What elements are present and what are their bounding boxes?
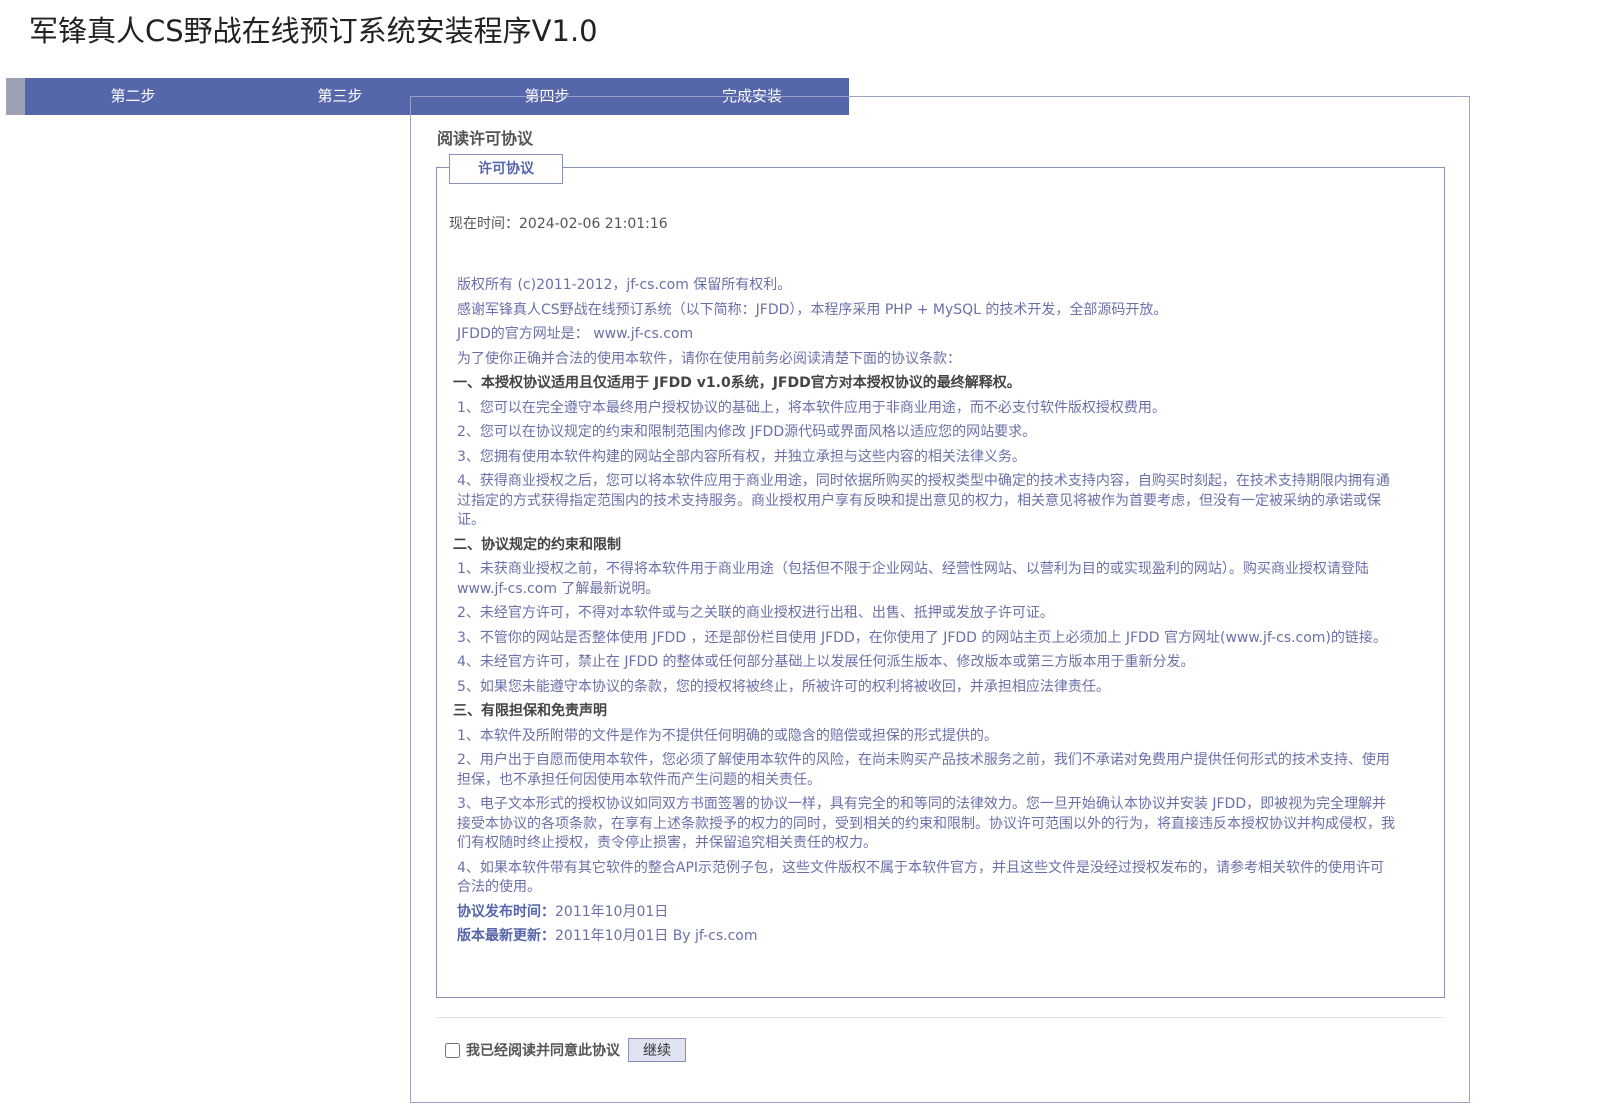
clause: 3、不管你的网站是否整体使用 JFDD ，还是部份栏目使用 JFDD，在你使用了… xyxy=(457,629,1387,646)
install-panel: 阅读许可协议 许可协议 现在时间：2024-02-06 21:01:16 版权所… xyxy=(410,96,1470,1103)
update-date-value: 2011年10月01日 By jf-cs.com xyxy=(555,928,758,944)
clause: 2、未经官方许可，不得对本软件或与之关联的商业授权进行出租、出售、抵押或发放子许… xyxy=(457,605,1054,621)
step-2: 第二步 xyxy=(110,87,156,105)
license-line: 版权所有 (c)2011-2012，jf-cs.com 保留所有权利。 xyxy=(457,277,792,293)
time-value: 2024-02-06 21:01:16 xyxy=(519,216,668,232)
clause: 1、未获商业授权之前，不得将本软件用于商业用途（包括但不限于企业网站、经营性网站… xyxy=(457,561,1369,597)
license-legend: 许可协议 xyxy=(449,154,563,184)
clause: 4、如果本软件带有其它软件的整合API示范例子包，这些文件版权不属于本软件官方，… xyxy=(457,859,1385,896)
license-text: 版权所有 (c)2011-2012，jf-cs.com 保留所有权利。 感谢军锋… xyxy=(453,276,1397,952)
step-3: 第三步 xyxy=(317,87,363,105)
section-heading-2: 二、协议规定的约束和限制 xyxy=(453,536,621,553)
section-heading-1: 一、本授权协议适用且仅适用于 JFDD v1.0系统，JFDD官方对本授权协议的… xyxy=(453,375,1021,391)
agree-row: 我已经阅读并同意此协议 继续 xyxy=(445,1037,686,1063)
time-label: 现在时间： xyxy=(449,216,519,232)
step-bar-handle xyxy=(6,78,25,115)
page-title: 军锋真人CS野战在线预订系统安装程序V1.0 xyxy=(29,14,598,48)
agree-checkbox[interactable] xyxy=(445,1042,460,1058)
divider xyxy=(436,1017,1443,1018)
continue-button[interactable]: 继续 xyxy=(628,1038,686,1062)
section-title: 阅读许可协议 xyxy=(437,129,534,148)
update-date-label: 版本最新更新： xyxy=(457,928,555,944)
license-line: 为了使你正确并合法的使用本软件，请你在使用前务必阅读清楚下面的协议条款： xyxy=(457,350,961,367)
clause: 3、电子文本形式的授权协议如同双方书面签署的协议一样，具有完全的和等同的法律效力… xyxy=(457,796,1395,851)
clause: 2、您可以在协议规定的约束和限制范围内修改 JFDD源代码或界面风格以适应您的网… xyxy=(457,424,1037,440)
clause: 2、用户出于自愿而使用本软件，您必须了解使用本软件的风险，在尚未购买产品技术服务… xyxy=(457,752,1390,788)
clause: 4、获得商业授权之后，您可以将本软件应用于商业用途，同时依据所购买的授权类型中确… xyxy=(457,473,1390,528)
current-time: 现在时间：2024-02-06 21:01:16 xyxy=(449,213,668,233)
agree-label[interactable]: 我已经阅读并同意此协议 xyxy=(466,1040,620,1060)
clause: 5、如果您未能遵守本协议的条款，您的授权将被终止，所被许可的权利将被收回，并承担… xyxy=(457,678,1110,695)
release-date-label: 协议发布时间： xyxy=(457,903,555,920)
license-line: 感谢军锋真人CS野战在线预订系统（以下简称：JFDD），本程序采用 PHP + … xyxy=(457,301,1168,318)
release-date-row: 协议发布时间：2011年10月01日 xyxy=(457,903,1397,923)
clause: 3、您拥有使用本软件构建的网站全部内容所有权，并独立承担与这些内容的相关法律义务… xyxy=(457,448,1026,465)
license-fieldset: 许可协议 现在时间：2024-02-06 21:01:16 版权所有 (c)20… xyxy=(436,154,1445,998)
clause: 4、未经官方许可，禁止在 JFDD 的整体或任何部分基础上以发展任何派生版本、修… xyxy=(457,654,1195,670)
section-heading-3: 三、有限担保和免责声明 xyxy=(453,703,607,719)
update-date-row: 版本最新更新：2011年10月01日 By jf-cs.com xyxy=(457,927,1397,947)
clause: 1、您可以在完全遵守本最终用户授权协议的基础上，将本软件应用于非商业用途，而不必… xyxy=(457,399,1166,416)
clause: 1、本软件及所附带的文件是作为不提供任何明确的或隐含的赔偿或担保的形式提供的。 xyxy=(457,727,998,744)
release-date-value: 2011年10月01日 xyxy=(555,903,669,920)
license-line: JFDD的官方网址是： www.jf-cs.com xyxy=(457,326,694,342)
